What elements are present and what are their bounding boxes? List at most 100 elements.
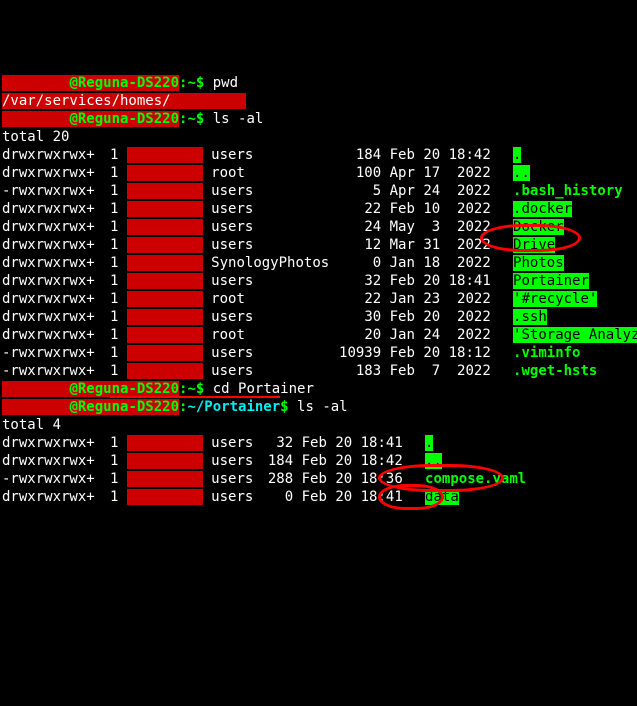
ls-links: 1 xyxy=(100,254,118,272)
redacted-block xyxy=(127,309,203,325)
ls-group: users xyxy=(211,218,331,236)
redacted-block xyxy=(127,327,203,343)
ls-perm: drwxrwxrwx+ xyxy=(2,452,92,470)
ls-perm: drwxrwxrwx+ xyxy=(2,326,92,344)
ls-perm: drwxrwxrwx+ xyxy=(2,434,92,452)
ls-links: 1 xyxy=(100,164,118,182)
ls-group: SynologyPhotos xyxy=(211,254,331,272)
ls-size: 22 xyxy=(331,200,381,218)
ls-name: .. xyxy=(513,165,530,181)
ls-size: 12 xyxy=(331,236,381,254)
ls-size: 10939 xyxy=(331,344,381,362)
ls-date: Feb 10 2022 xyxy=(390,200,505,218)
prompt-path-home: ~ xyxy=(187,75,195,91)
ls-links: 1 xyxy=(100,362,118,380)
redacted-block xyxy=(127,147,203,163)
prompt-dollar: $ xyxy=(280,399,297,415)
prompt-user-host: @Reguna-DS220 xyxy=(69,111,179,127)
redacted-block xyxy=(2,381,69,397)
ls-size: 32 xyxy=(261,434,293,452)
redacted-block xyxy=(171,93,247,109)
ls-links: 1 xyxy=(100,470,118,488)
ls-perm: drwxrwxrwx+ xyxy=(2,488,92,506)
ls-size: 184 xyxy=(261,452,293,470)
ls-group: users xyxy=(211,272,331,290)
ls-name: Docker xyxy=(513,219,564,235)
redacted-block xyxy=(2,399,69,415)
ls-name: .wget-hsts xyxy=(513,363,597,379)
ls-size: 0 xyxy=(331,254,381,272)
cmd-cd[interactable]: cd Portainer xyxy=(213,381,314,397)
ls-date: Apr 17 2022 xyxy=(390,164,505,182)
ls-links: 1 xyxy=(100,308,118,326)
ls-perm: drwxrwxrwx+ xyxy=(2,308,92,326)
ls-total: total 20 xyxy=(2,129,69,145)
cmd-pwd[interactable]: pwd xyxy=(213,75,238,91)
ls-name: Portainer xyxy=(513,273,589,289)
ls-group: users xyxy=(211,308,331,326)
ls-perm: drwxrwxrwx+ xyxy=(2,164,92,182)
ls-perm: drwxrwxrwx+ xyxy=(2,272,92,290)
ls-date: May 3 2022 xyxy=(390,218,505,236)
cmd-ls-al[interactable]: ls -al xyxy=(213,111,264,127)
ls-name: .docker xyxy=(513,201,572,217)
redacted-block xyxy=(127,471,203,487)
ls-links: 1 xyxy=(100,218,118,236)
redacted-block xyxy=(127,453,203,469)
cmd-ls-al-2[interactable]: ls -al xyxy=(297,399,348,415)
ls-links: 1 xyxy=(100,146,118,164)
ls-group: users xyxy=(211,344,331,362)
ls-group: root xyxy=(211,164,331,182)
prompt-path-home: ~ xyxy=(187,381,195,397)
prompt-dollar: $ xyxy=(196,381,213,397)
prompt-user-host: @Reguna-DS220 xyxy=(69,75,179,91)
prompt-user-host: @Reguna-DS220 xyxy=(69,399,179,415)
redacted-block xyxy=(127,183,203,199)
prompt-path-portainer: ~/Portainer xyxy=(187,399,280,415)
ls-date: Feb 20 18:36 xyxy=(302,470,417,488)
ls-date: Apr 24 2022 xyxy=(390,182,505,200)
ls-date: Jan 18 2022 xyxy=(390,254,505,272)
ls-group: users xyxy=(211,182,331,200)
ls-links: 1 xyxy=(100,182,118,200)
ls-name: .. xyxy=(425,453,442,469)
ls-name: . xyxy=(425,435,433,451)
ls-name: .ssh xyxy=(513,309,547,325)
prompt-path-home: ~ xyxy=(187,111,195,127)
ls-size: 288 xyxy=(261,470,293,488)
redacted-block xyxy=(2,75,69,91)
redacted-block xyxy=(127,435,203,451)
ls-date: Feb 20 18:42 xyxy=(302,452,417,470)
ls-links: 1 xyxy=(100,488,118,506)
ls-size: 30 xyxy=(331,308,381,326)
terminal-output: @Reguna-DS220:~$ pwd /var/services/homes… xyxy=(2,74,637,506)
ls-date: Mar 31 2022 xyxy=(390,236,505,254)
ls-perm: drwxrwxrwx+ xyxy=(2,254,92,272)
ls-links: 1 xyxy=(100,344,118,362)
ls-size: 0 xyxy=(261,488,293,506)
redacted-block xyxy=(127,345,203,361)
ls-perm: drwxrwxrwx+ xyxy=(2,200,92,218)
ls-group: users xyxy=(211,200,331,218)
prompt-user-host: @Reguna-DS220 xyxy=(69,381,179,397)
ls-links: 1 xyxy=(100,272,118,290)
ls-date: Feb 20 18:41 xyxy=(390,272,505,290)
ls-links: 1 xyxy=(100,434,118,452)
ls-perm: -rwxrwxrwx+ xyxy=(2,182,92,200)
ls-group: users xyxy=(211,452,261,470)
ls-perm: -rwxrwxrwx+ xyxy=(2,362,92,380)
ls-name: '#recycle' xyxy=(513,291,597,307)
ls-group: users xyxy=(211,434,261,452)
ls-size: 184 xyxy=(331,146,381,164)
ls-group: users xyxy=(211,488,261,506)
pwd-output-prefix: /var/services/homes/ xyxy=(2,93,171,109)
ls-perm: -rwxrwxrwx+ xyxy=(2,470,92,488)
redacted-block xyxy=(127,219,203,235)
ls-date: Feb 20 18:42 xyxy=(390,146,505,164)
ls-name: 'Storage Analyzer' xyxy=(513,327,637,343)
ls-size: 22 xyxy=(331,290,381,308)
ls-links: 1 xyxy=(100,326,118,344)
ls-date: Jan 23 2022 xyxy=(390,290,505,308)
ls-size: 24 xyxy=(331,218,381,236)
ls-perm: drwxrwxrwx+ xyxy=(2,218,92,236)
